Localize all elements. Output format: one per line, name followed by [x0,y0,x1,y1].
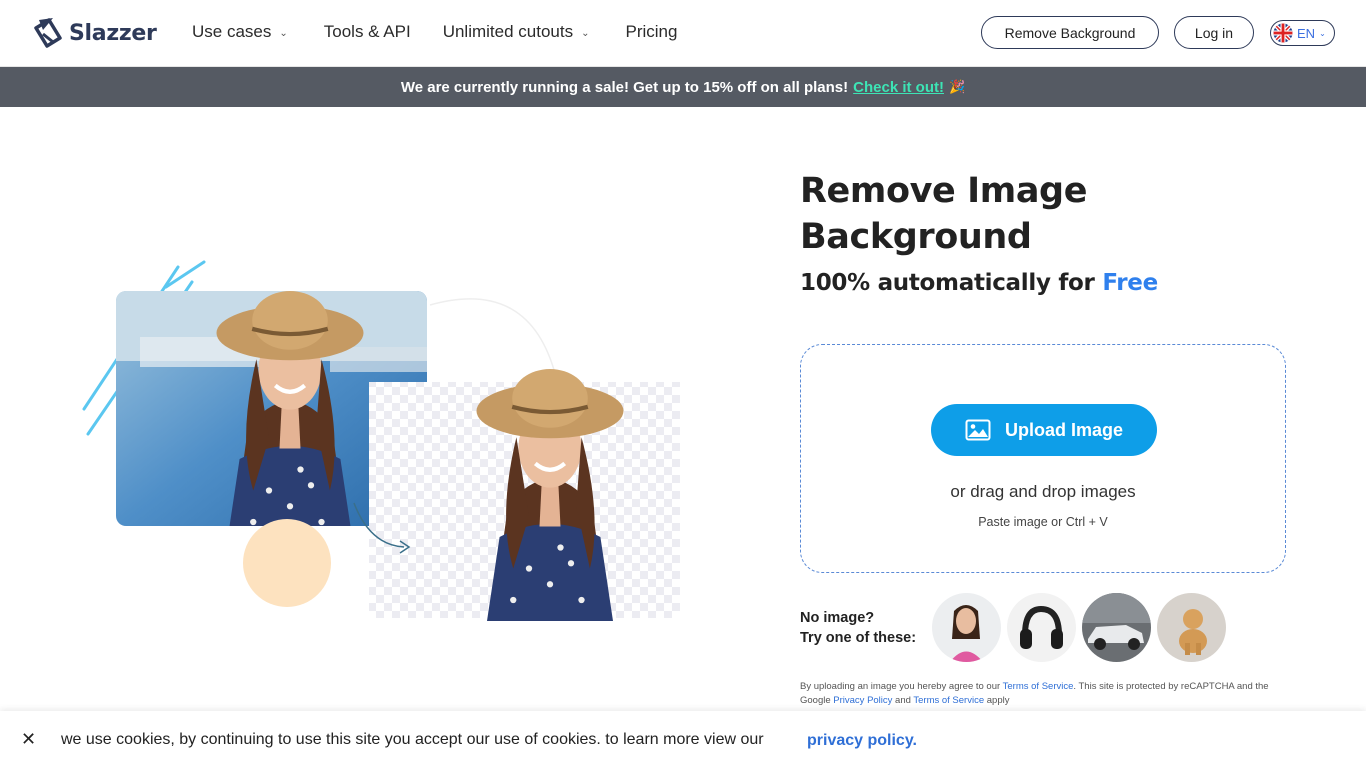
cookie-text: we use cookies, by continuing to use thi… [61,731,764,748]
nav-tools-api[interactable]: Tools & API [324,22,411,42]
nav-unlimited-cutouts-label: Unlimited cutouts [442,22,574,41]
nav-unlimited-cutouts[interactable]: Unlimited cutouts ⌄ [443,22,590,42]
privacy-policy-link[interactable]: Privacy Policy [833,695,892,706]
slazzer-logo-icon [34,18,62,48]
sample-label-line2: Try one of these: [800,630,917,646]
language-selector[interactable]: EN ⌄ [1270,20,1335,46]
logo[interactable]: Slazzer [33,16,157,50]
login-button[interactable]: Log in [1174,16,1254,49]
paste-hint: Paste image or Ctrl + V [978,515,1108,529]
sale-banner-link[interactable]: Check it out! [853,79,944,96]
sample-woman-thumbnail[interactable] [932,593,1001,662]
terms-of-service-link[interactable]: Terms of Service [1003,681,1074,692]
drag-drop-text: or drag and drop images [950,482,1136,501]
terms-text-3: and [895,695,911,706]
upload-image-label: Upload Image [1004,419,1124,440]
remove-background-button[interactable]: Remove Background [981,16,1159,49]
hero-subtitle-highlight: Free [1102,270,1158,296]
main-nav: Use cases ⌄ Tools & API Unlimited cutout… [192,22,677,42]
site-header: Slazzer Use cases ⌄ Tools & API Unlimite… [0,0,1366,67]
chevron-down-icon: ⌄ [581,27,590,39]
terms-text-4: apply [986,695,1010,706]
language-label: EN [1297,25,1316,41]
nav-tools-api-label: Tools & API [323,22,411,41]
chevron-down-icon: ⌄ [1319,28,1326,38]
image-icon [965,419,991,441]
sample-images-label: No image? Try one of these: [800,608,916,648]
chevron-down-icon: ⌄ [279,27,288,39]
terms-of-service-link-2[interactable]: Terms of Service [913,695,984,706]
upload-image-button[interactable]: Upload Image [931,404,1157,456]
logo-text: Slazzer [69,20,157,46]
terms-text-1: By uploading an image you hereby agree t… [800,681,1001,692]
sample-label-line1: No image? [800,610,875,626]
nav-use-cases-label: Use cases [192,22,272,41]
hero-subtitle: 100% automatically for Free [800,270,1158,296]
sample-images [932,593,1226,662]
nav-pricing[interactable]: Pricing [625,22,677,42]
image-dropzone[interactable]: Upload Image or drag and drop images Pas… [800,344,1286,573]
sample-dog-thumbnail[interactable] [1157,593,1226,662]
sample-headphones-thumbnail[interactable] [1007,593,1076,662]
sale-banner-text: We are currently running a sale! Get up … [400,78,849,96]
party-popper-icon: 🎉 [948,79,966,94]
nav-use-cases[interactable]: Use cases ⌄ [192,22,288,42]
close-icon[interactable]: ✕ [21,729,36,750]
nav-pricing-label: Pricing [625,22,678,41]
page-title: Remove Image Background [800,171,1088,257]
sample-car-thumbnail[interactable] [1082,593,1151,662]
uk-flag-icon [1273,23,1293,43]
hero-subtitle-prefix: 100% automatically for [800,270,1095,296]
terms-notice: By uploading an image you hereby agree t… [800,680,1300,708]
hero-illustration [82,260,680,707]
cookie-privacy-link[interactable]: privacy policy. [807,732,917,750]
sale-banner: We are currently running a sale! Get up … [0,67,1366,107]
cookie-bar: ✕ we use cookies, by continuing to use t… [0,711,1366,768]
